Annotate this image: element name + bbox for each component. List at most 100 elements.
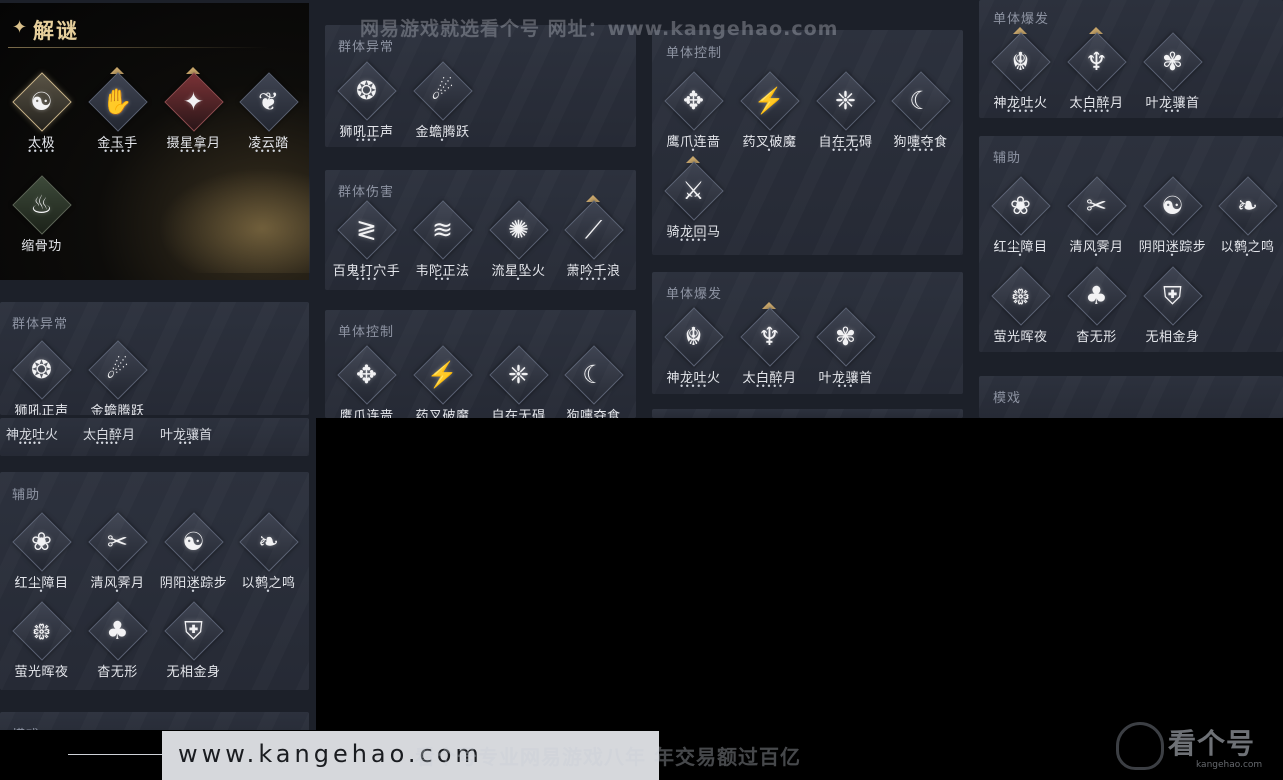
section-qunti-shanghai: 群体伤害 ≷ 百鬼打穴手 •••• ≋ 韦陀正法 ••• ✺ 流星坠火 • ⟋ … xyxy=(325,170,636,290)
section-qunti-yichang: 群体异常 ❂ 狮吼正声 •••• ☄ 金蟾腾跃 • xyxy=(325,25,636,147)
skill-jinchan[interactable]: ☄ 金蟾腾跃 xyxy=(76,335,150,415)
skill-qingfeng[interactable]: ✂ 清风霁月 • xyxy=(76,507,150,603)
toad-leap-icon: ☄ xyxy=(431,76,454,105)
hand-icon: ✋ xyxy=(101,87,134,116)
horse-icon: ⚔ xyxy=(682,176,705,205)
firefly-icon: ᪥ xyxy=(32,616,51,645)
skill-shenlong-3[interactable]: ☬ 神龙吐火 ••••• xyxy=(652,302,726,394)
yinyang-icon: ☯ xyxy=(1161,191,1184,220)
toad-leap-icon: ☄ xyxy=(106,355,129,384)
page-title: 解谜 xyxy=(33,18,79,43)
firefly-icon: ᪥ xyxy=(1011,281,1030,310)
skill-yaowu[interactable]: ♣ 杳无形 xyxy=(76,596,150,690)
drunk-moon-icon: ♆ xyxy=(1085,47,1108,76)
golden-body-icon: ⛨ xyxy=(1163,281,1182,310)
skill-goushi-cut[interactable]: ☾ 狗嚏夺食 xyxy=(552,340,626,418)
dragon-head-icon: ✾ xyxy=(1162,47,1183,76)
skill-taibai-3[interactable]: ♆ 太白醉月 ••••• xyxy=(728,302,802,394)
banner-line xyxy=(68,754,164,755)
watermark-logo: 看个号 xyxy=(1168,727,1256,760)
section-moxi: 模戏 xyxy=(979,376,1283,418)
skill-zizai-cut[interactable]: ❈ 自在无碍 xyxy=(477,340,551,418)
demon-icon: ⚡ xyxy=(426,360,459,389)
wave-icon: ≋ xyxy=(432,215,453,244)
body-shrink-icon: ♨ xyxy=(30,190,53,219)
free-icon: ❈ xyxy=(508,360,529,389)
moon-icon: ☾ xyxy=(909,86,932,115)
skill-qingfeng-4[interactable]: ✂ 清风霁月 • xyxy=(1055,171,1129,267)
watermark-top: 网易游戏就选看个号 网址：www.kangehao.com xyxy=(360,18,839,40)
drunk-moon-icon: ♆ xyxy=(758,322,781,351)
skill-xiaoyin[interactable]: ⟋ 萧吟千浪 ••••• xyxy=(552,195,626,290)
skill-shexingnayue[interactable]: ✦ 摄星拿月 ••••• xyxy=(152,67,226,163)
title-underline xyxy=(8,47,268,48)
flute-icon: ⟋ xyxy=(584,215,603,244)
cloud-step-icon: ❦ xyxy=(258,87,279,116)
skill-shihou[interactable]: ❂ 狮吼正声 •••• xyxy=(0,335,74,415)
yinyang-icon: ☯ xyxy=(182,527,205,556)
dragon-fire-icon: ☬ xyxy=(684,322,703,351)
watermark-slogan: 看个号专业网易游戏八年 年交易额过百亿 xyxy=(415,745,801,769)
skill-taibai[interactable]: ♆ 太白醉月 ••••• xyxy=(1055,27,1129,118)
shield-logo-icon xyxy=(1116,722,1164,770)
skill-yinyang[interactable]: ☯ 阴阳迷踪步 • xyxy=(152,507,227,603)
dragon-head-icon: ✾ xyxy=(835,322,856,351)
crane-icon: ❧ xyxy=(258,527,279,556)
skill-yelong[interactable]: ✾ 叶龙骧首 ••• xyxy=(1131,27,1205,118)
skill-qilong[interactable]: ⚔ 骑龙回马 ••••• xyxy=(652,156,726,252)
section-fuzhu-left: 辅助 ❀ 红尘障目 • ✂ 清风霁月 • ☯ 阴阳迷踪步 • ❧ 以鹩之鸣 • … xyxy=(0,472,309,690)
skill-jinyushou[interactable]: ✋ 金玉手 ••••• xyxy=(76,67,150,163)
section-qunti-yichang-left: 群体异常 ❂ 狮吼正声 •••• ☄ 金蟾腾跃 xyxy=(0,302,309,415)
skill-goushi[interactable]: ☾ 狗嚏夺食 ••••• xyxy=(879,66,953,162)
skill-hongchen[interactable]: ❀ 红尘障目 • xyxy=(0,507,74,603)
skill-yinyang-4[interactable]: ☯ 阴阳迷踪步 • xyxy=(1131,171,1206,267)
moon-icon: ☾ xyxy=(582,360,605,389)
skill-shihou-2[interactable]: ❂ 狮吼正声 •••• xyxy=(325,56,399,147)
skill-baigui[interactable]: ≷ 百鬼打穴手 •••• xyxy=(325,195,400,290)
skill-shenlong[interactable]: ☬ 神龙吐火 ••••• xyxy=(979,27,1053,118)
skill-wuxiang-4[interactable]: ⛨ 无相金身 xyxy=(1131,261,1205,352)
skill-yingguang[interactable]: ᪥ 萤光晖夜 xyxy=(0,596,74,690)
skill-zizai[interactable]: ❈ 自在无碍 ••••• xyxy=(804,66,878,162)
golden-body-icon: ⛨ xyxy=(184,616,203,645)
claw-icon: ✥ xyxy=(683,86,704,115)
wind-icon: ✂ xyxy=(1086,191,1107,220)
skill-yingzhua[interactable]: ✥ 鹰爪连啬 • xyxy=(652,66,726,162)
section-danti-kongzhi: 单体控制 ✥ 鹰爪连啬 • ⚡ 药叉破魔 • ❈ 自在无碍 ••••• ☾ 狗嚏… xyxy=(652,30,963,255)
skill-yingguang-4[interactable]: ᪥ 萤光晖夜 xyxy=(979,261,1053,352)
crane-icon: ❧ xyxy=(1237,191,1258,220)
skill-hongchen-4[interactable]: ❀ 红尘障目 • xyxy=(979,171,1053,267)
roar-icon: ❂ xyxy=(31,355,52,384)
section-col3-bottom-cut xyxy=(652,409,963,418)
star-icon: ✦ xyxy=(183,87,204,116)
sparkle-icon: ✦ xyxy=(12,17,28,38)
skill-yelong-3[interactable]: ✾ 叶龙骧首 ••• xyxy=(804,302,878,394)
skill-lingyunta[interactable]: ❦ 凌云踏 ••••• xyxy=(227,67,301,163)
meteor-icon: ✺ xyxy=(508,215,529,244)
taiji-icon: ☯ xyxy=(30,87,53,116)
skill-yingzhua-cut[interactable]: ✥ 鹰爪连啬 xyxy=(325,340,399,418)
wind-icon: ✂ xyxy=(107,527,128,556)
skill-yihe[interactable]: ❧ 以鹩之鸣 • xyxy=(227,507,301,603)
skill-yaocha[interactable]: ⚡ 药叉破魔 • xyxy=(728,66,802,162)
skill-yaocha-cut[interactable]: ⚡ 药叉破魔 xyxy=(401,340,475,418)
skill-wuxiang[interactable]: ⛨ 无相金身 xyxy=(152,596,226,690)
skill-weituo[interactable]: ≋ 韦陀正法 ••• xyxy=(401,195,475,290)
skill-suogugong[interactable]: ♨ 缩骨功 xyxy=(0,170,74,266)
jiemi-panel: ✦ 解谜 ☯ 太极 ••••• ✋ 金玉手 ••••• ✦ 摄星拿月 •••••… xyxy=(0,3,310,280)
section-danti-kongzhi-2: 单体控制 ✥ 鹰爪连啬 ⚡ 药叉破魔 ❈ 自在无碍 ☾ 狗嚏夺食 xyxy=(325,310,636,418)
skill-jinchan-2[interactable]: ☄ 金蟾腾跃 • xyxy=(401,56,475,147)
skill-taiji[interactable]: ☯ 太极 ••••• xyxy=(0,67,74,163)
section-danti-baofa-left: 神龙吐火 ••••• 太白醉月 ••••• 叶龙骧首 ••• xyxy=(0,418,309,456)
shadow-icon: ♣ xyxy=(1085,281,1108,310)
gold-dust xyxy=(150,163,310,273)
shadow-icon: ♣ xyxy=(106,616,129,645)
skill-liuxing[interactable]: ✺ 流星坠火 • xyxy=(477,195,551,290)
skill-yaowu-4[interactable]: ♣ 杳无形 xyxy=(1055,261,1129,352)
roar-icon: ❂ xyxy=(356,76,377,105)
skill-yihe-4[interactable]: ❧ 以鹩之鸣 • xyxy=(1206,171,1280,267)
free-icon: ❈ xyxy=(835,86,856,115)
dust-icon: ❀ xyxy=(31,527,52,556)
black-gap xyxy=(316,418,1283,730)
strike-icon: ≷ xyxy=(356,215,377,244)
